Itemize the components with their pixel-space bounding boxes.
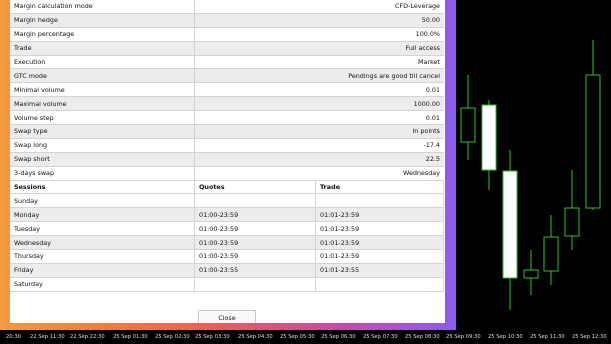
session-day: Friday: [10, 263, 195, 278]
session-day: Thursday: [10, 249, 195, 264]
session-quotes: 01:00-23:59: [194, 207, 316, 223]
time-axis: 20:30 22 Sep 11:30 22 Sep 22:30 25 Sep 01:3…: [0, 330, 611, 344]
session-day: Wednesday: [10, 235, 195, 251]
time-label: 25 Sep 10:30: [488, 334, 523, 340]
candle-body: [564, 207, 580, 237]
spec-value: In points: [194, 124, 444, 139]
time-label: 25 Sep 06:30: [321, 334, 356, 340]
session-quotes: 01:00-23:59: [194, 221, 316, 237]
session-day: Sunday: [10, 193, 195, 209]
time-label: 25 Sep 12:30: [572, 334, 607, 340]
session-day: Saturday: [10, 277, 195, 292]
spec-row: Swap type In points: [10, 124, 444, 139]
spec-value: 1000.00: [194, 96, 444, 112]
spec-row: Margin calculation mode CFD-Leverage: [10, 0, 444, 14]
spec-label: Swap short: [10, 152, 195, 167]
time-label: 25 Sep 08:30: [405, 334, 440, 340]
session-row: Tuesday 01:00-23:59 01:01-23:59: [10, 221, 444, 237]
sessions-header-cell: Quotes: [194, 180, 316, 195]
session-row: Thursday 01:00-23:59 01:01-23:59: [10, 249, 444, 264]
time-label: 25 Sep 02:30: [155, 334, 190, 340]
spec-label: Swap type: [10, 124, 195, 139]
session-trade: 01:01-23:59: [315, 221, 444, 237]
session-trade: [315, 193, 444, 209]
spec-row: Margin hedge 50.00: [10, 13, 444, 28]
session-row: Sunday: [10, 193, 444, 209]
symbol-properties-dialog: Margin calculation mode CFD-Leverage Margi…: [10, 0, 445, 323]
session-quotes: 01:00-23:55: [194, 263, 316, 278]
time-label: 22 Sep 11:30: [30, 334, 65, 340]
time-label: 20:30: [6, 334, 21, 340]
spec-label: Volume step: [10, 110, 195, 126]
spec-row: Execution Market: [10, 55, 444, 70]
session-quotes: 01:00-23:59: [194, 235, 316, 251]
spec-value: Full access: [194, 41, 444, 56]
sessions-header-row: Sessions Quotes Trade: [10, 180, 444, 195]
spec-row: 3-days swap Wednesday: [10, 166, 444, 181]
candle-body: [585, 74, 601, 209]
session-row: Friday 01:00-23:55 01:01-23:55: [10, 263, 444, 278]
spec-label: Maximal volume: [10, 96, 195, 112]
time-label: 25 Sep 05:30: [280, 334, 315, 340]
spec-value: 22.5: [194, 152, 444, 167]
session-row: Wednesday 01:00-23:59 01:01-23:59: [10, 235, 444, 251]
session-day: Tuesday: [10, 221, 195, 237]
sessions-table: Sessions Quotes Trade Sunday Monday 01:00-23:…: [10, 180, 444, 292]
time-label: 25 Sep 11:30: [530, 334, 565, 340]
spec-label: Swap long: [10, 138, 195, 153]
candle-body: [543, 236, 559, 272]
spec-value: 0.01: [194, 82, 444, 98]
session-trade: [315, 277, 444, 292]
sessions-header-cell: Trade: [315, 180, 444, 195]
time-label: 25 Sep 03:30: [195, 334, 230, 340]
spec-value: 50.00: [194, 13, 444, 28]
candle-body: [481, 104, 497, 171]
spec-label: 3-days swap: [10, 166, 195, 181]
spec-row: Maximal volume 1000.00: [10, 96, 444, 112]
spec-value: Pendings are good till cancel: [194, 68, 444, 84]
time-label: 25 Sep 01:30: [113, 334, 148, 340]
close-button[interactable]: Close: [198, 310, 256, 323]
spec-value: 100.0%: [194, 27, 444, 42]
time-label: 22 Sep 22:30: [70, 334, 105, 340]
spec-label: Margin calculation mode: [10, 0, 195, 14]
spec-row: Swap long -17.4: [10, 138, 444, 153]
spec-label: Execution: [10, 55, 195, 70]
candle-body: [460, 107, 476, 143]
spec-label: Trade: [10, 41, 195, 56]
specification-table: Margin calculation mode CFD-Leverage Margi…: [10, 0, 444, 181]
time-label: 25 Sep 09:30: [446, 334, 481, 340]
spec-row: Minimal volume 0.01: [10, 82, 444, 98]
spec-value: -17.4: [194, 138, 444, 153]
session-trade: 01:01-23:59: [315, 235, 444, 251]
session-quotes: [194, 277, 316, 292]
candle-body: [502, 170, 518, 279]
spec-row: GTC mode Pendings are good till cancel: [10, 68, 444, 84]
spec-row: Volume step 0.01: [10, 110, 444, 126]
time-label: 25 Sep 07:30: [363, 334, 398, 340]
session-trade: 01:01-23:55: [315, 263, 444, 278]
session-trade: 01:01-23:59: [315, 207, 444, 223]
spec-value: Market: [194, 55, 444, 70]
spec-label: Minimal volume: [10, 82, 195, 98]
spec-value: CFD-Leverage: [194, 0, 444, 14]
spec-label: Margin percentage: [10, 27, 195, 42]
session-quotes: [194, 193, 316, 209]
sessions-header-cell: Sessions: [10, 180, 195, 195]
candle-body: [523, 269, 539, 279]
spec-value: 0.01: [194, 110, 444, 126]
spec-label: GTC mode: [10, 68, 195, 84]
session-trade: 01:01-23:59: [315, 249, 444, 264]
session-day: Monday: [10, 207, 195, 223]
time-label: 25 Sep 04:30: [238, 334, 273, 340]
spec-row: Swap short 22.5: [10, 152, 444, 167]
spec-row: Trade Full access: [10, 41, 444, 56]
spec-label: Margin hedge: [10, 13, 195, 28]
session-quotes: 01:00-23:59: [194, 249, 316, 264]
session-row: Saturday: [10, 277, 444, 292]
session-row: Monday 01:00-23:59 01:01-23:59: [10, 207, 444, 223]
spec-value: Wednesday: [194, 166, 444, 181]
spec-row: Margin percentage 100.0%: [10, 27, 444, 42]
